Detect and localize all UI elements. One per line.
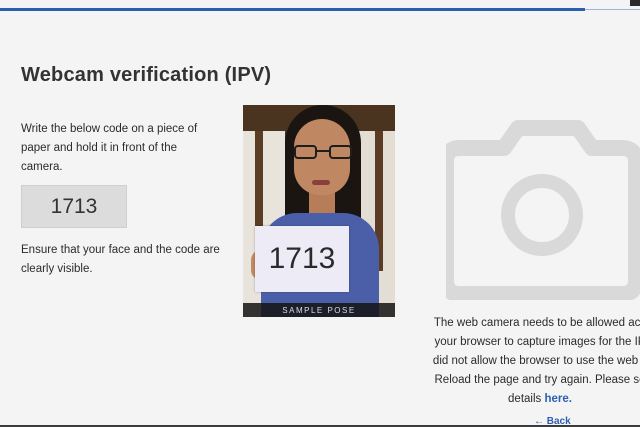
sample-person-mouth [312, 180, 330, 185]
camera-icon [446, 120, 640, 300]
top-progress-bar [0, 8, 585, 11]
sample-caption-bar: SAMPLE POSE [243, 303, 395, 317]
details-here-link[interactable]: here. [544, 393, 572, 405]
ensure-visible-text: Ensure that your face and the code are c… [21, 244, 220, 275]
instruction-text: Write the below code on a piece of paper… [21, 123, 198, 173]
verification-code: 1713 [50, 194, 98, 218]
camera-message-line-3: did not allow the browser to use the web… [432, 355, 640, 367]
sample-pose-image: 1713 SAMPLE POSE [243, 105, 395, 317]
camera-message-line-4: Reload the page and try again. Please se [434, 374, 640, 386]
details-prefix: details [508, 393, 545, 405]
top-progress-track [585, 9, 640, 10]
camera-message-line-2: your browser to capture images for the I… [434, 336, 640, 348]
sample-person-glasses [294, 145, 352, 161]
sample-paper-code: 1713 [268, 242, 336, 275]
sample-caption: SAMPLE POSE [282, 305, 356, 315]
page-title: Webcam verification (IPV) [21, 64, 272, 86]
sample-paper: 1713 [255, 226, 349, 292]
camera-message-line-5: details here. [410, 390, 640, 409]
verification-code-box: 1713 [21, 185, 127, 228]
camera-message-line-1: The web camera needs to be allowed acc [433, 317, 640, 329]
camera-permission-message: The web camera needs to be allowed acc y… [410, 314, 640, 409]
window-corner [630, 0, 640, 6]
